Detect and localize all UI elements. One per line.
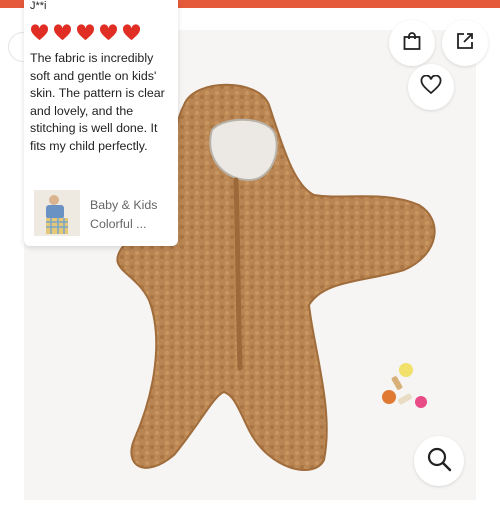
zoom-button[interactable] (414, 436, 464, 486)
rating-heart-icon (99, 24, 118, 41)
wishlist-button[interactable] (408, 64, 454, 110)
review-text: The fabric is incredibly soft and gentle… (30, 51, 165, 153)
share-icon (455, 31, 475, 56)
rating-heart-icon (30, 24, 49, 41)
add-to-bag-button[interactable] (389, 20, 435, 66)
rating-heart-icon (53, 24, 72, 41)
reviewer-name: J**i (30, 0, 47, 12)
heart-icon (420, 74, 442, 100)
share-button[interactable] (442, 20, 488, 66)
product-title: Baby & Kids Colorful ... (90, 198, 158, 231)
rating-heart-icon (76, 24, 95, 41)
product-thumbnail[interactable] (34, 190, 80, 236)
search-icon (426, 446, 452, 477)
rating-hearts (30, 24, 141, 41)
review-card[interactable]: J**i The fabric is incredibly soft and g… (24, 0, 178, 246)
shopping-bag-icon (402, 31, 422, 56)
rating-heart-icon (122, 24, 141, 41)
